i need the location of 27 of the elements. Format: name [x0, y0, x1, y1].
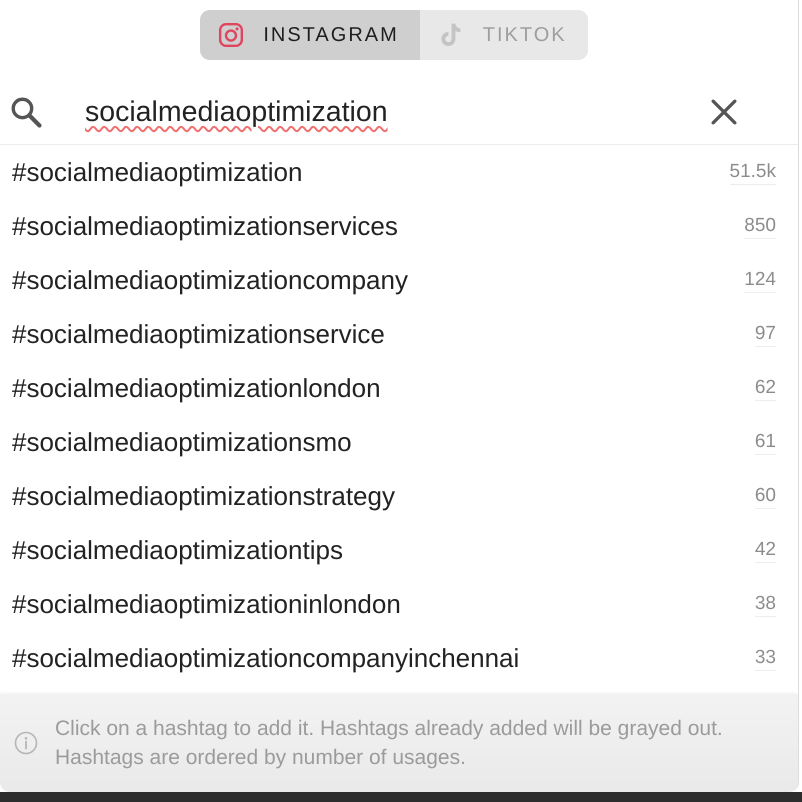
- usage-count: 61: [754, 430, 776, 454]
- hashtag-item[interactable]: #socialmediaoptimizationcompanyinchennai: [12, 638, 520, 678]
- usage-count: 62: [754, 376, 776, 400]
- hashtag-item[interactable]: #socialmediaoptimizationstrategy: [12, 476, 395, 516]
- close-icon[interactable]: [711, 99, 737, 125]
- usage-count: 38: [754, 592, 776, 616]
- usage-count: 42: [754, 538, 776, 562]
- info-icon: [14, 731, 38, 755]
- hashtag-item[interactable]: #socialmediaoptimizationservice: [12, 314, 385, 354]
- platform-tab[interactable]: INSTAGRAM: [200, 10, 420, 60]
- usage-count: 850: [744, 214, 776, 238]
- usage-count: 60: [754, 484, 776, 508]
- hashtag-item[interactable]: #socialmediaoptimizationservices: [12, 206, 398, 246]
- search-icon[interactable]: [9, 95, 43, 129]
- hashtag-item[interactable]: #socialmediaoptimizationtips: [12, 530, 343, 570]
- hashtag-item[interactable]: #socialmediaoptimization: [12, 152, 302, 192]
- usage-count: 97: [754, 322, 776, 346]
- usage-count: 124: [744, 268, 776, 292]
- hashtag-item[interactable]: #socialmediaoptimizationsmo: [12, 422, 352, 462]
- camera-icon: [218, 22, 244, 48]
- help-text: Click on a hashtag to add it. Hashtags already added will be grayed out. Hashtags are ordered by number of usages.: [55, 716, 724, 771]
- hashtag-item[interactable]: #socialmediaoptimizationinlondon: [12, 584, 401, 624]
- usage-count: 33: [754, 646, 776, 670]
- search-field[interactable]: socialmediaoptimization: [85, 90, 685, 134]
- usage-count: 51.5k: [730, 160, 776, 184]
- hashtag-item[interactable]: #socialmediaoptimizationlondon: [12, 368, 381, 408]
- hashtag-item[interactable]: #socialmediaoptimizationcompany: [12, 260, 408, 300]
